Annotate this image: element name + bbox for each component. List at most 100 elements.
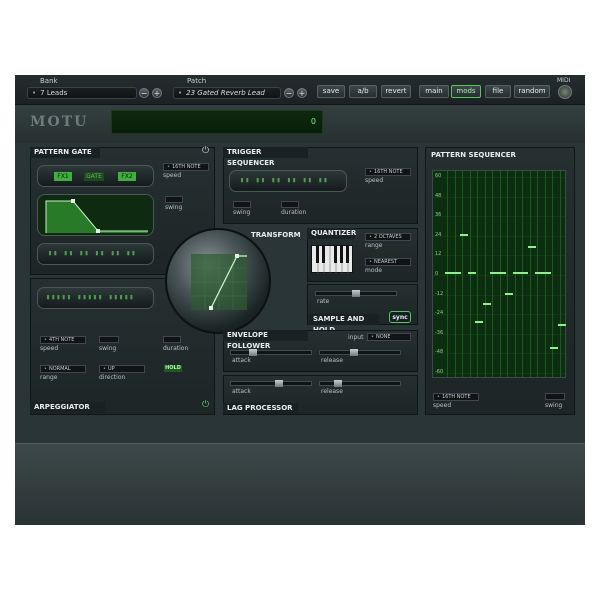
trigger-step-bar[interactable]: ▮▮ ▮▮ ▮▮ ▮▮ ▮▮ ▮▮ [229,170,347,192]
gate-speed-select[interactable]: • 16TH NOTE [163,163,209,171]
fx1-button[interactable]: FX1 [54,172,72,181]
trigger-speed-label: speed [365,177,384,184]
ps-speed-value: 16TH NOTE [441,394,471,400]
motu-logo: MOTU [30,114,89,130]
seq-scale-label: 48 [435,192,442,199]
trigger-duration-control[interactable] [281,201,299,208]
seq-step-bar[interactable] [467,272,476,274]
mods-button[interactable]: mods [451,85,481,98]
power-icon[interactable]: ⏻ [202,400,209,410]
arp-duration-control[interactable] [163,336,181,343]
transform-graph [191,254,247,310]
display-value: 0 [310,117,316,126]
sample-hold-rate-slider[interactable] [315,290,397,297]
seq-step-bar[interactable] [497,272,506,274]
lag-attack-handle[interactable] [275,380,283,387]
bank-prev-button[interactable]: − [139,88,149,98]
arp-speed-select[interactable]: • 4TH NOTE [40,336,86,344]
bank-next-button[interactable]: + [152,88,162,98]
midi-indicator[interactable] [558,85,572,99]
ps-speed-select[interactable]: • 16TH NOTE [433,393,479,401]
lag-attack-slider[interactable] [230,380,312,387]
seq-step-bar[interactable] [542,272,551,274]
seq-scale-label: 12 [435,251,442,258]
ef-release-slider[interactable] [319,349,401,356]
trigger-speed-select[interactable]: • 16TH NOTE [365,168,411,176]
sync-button[interactable]: sync [389,311,411,323]
gate-envelope-display[interactable] [37,194,154,236]
transform-sphere[interactable] [165,228,271,334]
arp-direction-value: UP [107,366,115,372]
seq-scale-label: 60 [435,173,442,179]
patch-value: 23 Gated Reverb Lead [186,89,265,97]
lag-release-slider[interactable] [319,380,401,387]
trigger-swing-control[interactable] [233,201,251,208]
seq-step-bar[interactable] [482,303,491,305]
ef-release-handle[interactable] [350,349,358,356]
pattern-gate-title: PATTERN GATE [30,147,100,158]
arp-range-select[interactable]: • NORMAL [40,365,86,373]
fx2-button[interactable]: FX2 [118,172,136,181]
main-button[interactable]: main [419,85,449,98]
seq-lane [447,171,448,377]
envelope-follower-title: ENVELOPE FOLLOWER [223,330,308,350]
patch-next-button[interactable]: + [297,88,307,98]
arp-hold-button[interactable]: HOLD [164,365,182,372]
gate-button[interactable]: GATE [84,172,104,181]
ef-attack-slider[interactable] [230,349,312,356]
quantizer-range-select[interactable]: • 2 OCTAVES [365,233,411,241]
seq-scale-label: 36 [435,212,442,219]
arp-speed-value: 4TH NOTE [48,337,75,343]
bank-select[interactable]: • 7 Leads [27,87,137,99]
file-button[interactable]: file [485,85,511,98]
quantizer-mode-select[interactable]: • NEAREST [365,258,411,266]
arp-step-bar[interactable]: ▮▮▮▮▮ ▮▮▮▮▮ ▮▮▮▮▮ [37,287,154,309]
arp-steps: ▮▮▮▮▮ ▮▮▮▮▮ ▮▮▮▮▮ [46,293,135,301]
seq-lane [559,171,561,377]
ef-attack-handle[interactable] [249,349,257,356]
gate-swing-label: swing [165,204,183,211]
plugin-window: Bank • 7 Leads − + Patch • 23 Gated Reverb… [15,75,585,525]
gate-swing-control[interactable] [165,196,183,203]
seq-lane [507,171,508,377]
arp-direction-select[interactable]: • UP [99,365,145,373]
seq-step-bar[interactable] [557,324,566,326]
gate-step-bar[interactable]: ▮▮ ▮▮ ▮▮ ▮▮ ▮▮ ▮▮ [37,243,154,265]
lag-release-handle[interactable] [334,380,342,387]
seq-step-bar[interactable] [520,272,528,274]
gate-speed-label: speed [163,172,182,179]
ps-swing-control[interactable] [545,393,565,400]
seq-lane [529,171,531,377]
seq-lane [492,171,493,377]
gate-steps: ▮▮ ▮▮ ▮▮ ▮▮ ▮▮ ▮▮ [48,249,137,257]
random-button[interactable]: random [514,85,550,98]
arp-range-value: NORMAL [48,366,71,372]
seq-step-bar[interactable] [505,293,513,295]
sample-hold-rate-label: rate [317,298,330,305]
quantizer-keyboard[interactable] [311,245,353,274]
revert-button[interactable]: revert [381,85,411,98]
rate-slider-handle[interactable] [352,290,360,297]
ef-input-select[interactable]: • NONE [367,333,411,341]
seq-scale-label: -48 [435,349,444,356]
patch-select[interactable]: • 23 Gated Reverb Lead [173,87,281,99]
ef-input-label: input [348,334,364,341]
trigger-sequencer-title: TRIGGER SEQUENCER [223,147,308,167]
lag-processor-title: LAG PROCESSOR [223,403,298,414]
pattern-sequencer-grid[interactable]: 60 48 36 24 12 0 -12 -24 -36 -48 -60 [432,170,566,378]
arp-swing-label: swing [99,345,117,352]
seq-scale-label: -36 [435,329,444,336]
seq-scale-label: -24 [435,310,444,317]
power-icon[interactable]: ⏻ [202,146,209,156]
ab-button[interactable]: a/b [349,85,377,98]
seq-step-bar[interactable] [550,347,558,349]
seq-step-bar[interactable] [460,234,468,236]
patch-prev-button[interactable]: − [284,88,294,98]
seq-step-bar[interactable] [475,321,483,323]
save-button[interactable]: save [317,85,345,98]
bank-label: Bank [40,77,58,85]
arp-swing-control[interactable] [99,336,119,343]
ef-input-value: NONE [375,334,391,340]
seq-step-bar[interactable] [452,272,461,274]
seq-step-bar[interactable] [527,246,536,248]
